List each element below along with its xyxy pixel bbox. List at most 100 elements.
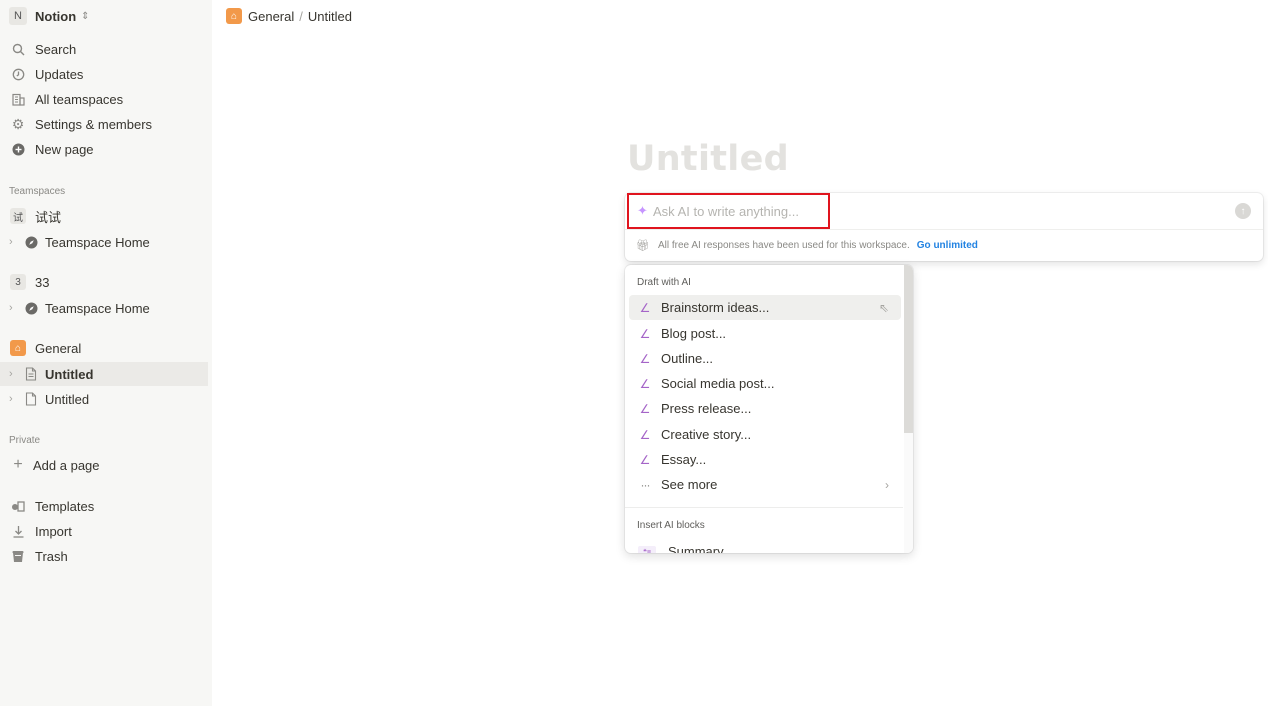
- pen-icon: ∠: [639, 376, 651, 391]
- sidebar-item-new-page[interactable]: New page: [0, 137, 208, 161]
- menu-item-label: Blog post...: [661, 326, 727, 341]
- ai-limit-text: All free AI responses have been used for…: [657, 240, 910, 251]
- private-section-label: Private: [9, 435, 41, 446]
- menu-item-label: Press release...: [661, 401, 752, 416]
- sidebar-item-settings[interactable]: ⚙ Settings & members: [0, 112, 208, 136]
- sidebar-add-page[interactable]: + Add a page: [0, 453, 208, 477]
- menu-item-essay[interactable]: ∠ Essay...: [629, 447, 901, 472]
- chevron-right-icon[interactable]: ›: [9, 393, 19, 405]
- sidebar-item-search[interactable]: Search: [0, 37, 208, 61]
- sidebar-teamspace-2[interactable]: 3 33: [0, 270, 208, 294]
- teamspace-avatar: 3: [10, 274, 26, 290]
- menu-item-see-more[interactable]: ··· See more ›: [629, 472, 901, 497]
- ai-limit-notice: 🎁︎ All free AI responses have been used …: [625, 229, 1263, 261]
- menu-item-summary[interactable]: ❝≡ Summary: [629, 539, 901, 553]
- sidebar-item-label: Search: [35, 41, 77, 57]
- sidebar-teamspace-1[interactable]: 试 试试: [0, 204, 208, 228]
- pen-icon: ∠: [639, 300, 651, 315]
- teamspace-name: 试试: [35, 209, 62, 225]
- menu-item-outline[interactable]: ∠ Outline...: [629, 346, 901, 371]
- menu-scrollbar[interactable]: [904, 265, 913, 553]
- menu-item-brainstorm-ideas[interactable]: ∠ Brainstorm ideas... ⇖: [629, 295, 901, 320]
- menu-item-label: See more: [661, 477, 718, 492]
- sidebar-item-import[interactable]: Import: [0, 519, 208, 543]
- ai-suggestions-menu: Draft with AI ∠ Brainstorm ideas... ⇖ ∠ …: [625, 265, 913, 553]
- pen-icon: ∠: [639, 401, 651, 416]
- sidebar-item-label: All teamspaces: [35, 91, 124, 107]
- menu-item-label: Brainstorm ideas...: [661, 300, 770, 315]
- menu-item-label: Outline...: [661, 351, 714, 366]
- sidebar-page-untitled[interactable]: › Untitled: [0, 387, 208, 411]
- more-dots-icon: ···: [640, 477, 651, 492]
- chevron-right-icon[interactable]: ›: [9, 236, 19, 248]
- teamspace-avatar: 试: [10, 208, 26, 224]
- sidebar-item-all-teamspaces[interactable]: All teamspaces: [0, 87, 208, 111]
- compass-icon: [23, 300, 39, 316]
- scrollbar-thumb[interactable]: [904, 265, 913, 433]
- building-icon: [10, 91, 26, 107]
- menu-item-blog-post[interactable]: ∠ Blog post...: [629, 321, 901, 346]
- breadcrumb: ⌂ General / Untitled: [226, 7, 352, 25]
- gift-icon: 🎁︎: [636, 240, 650, 252]
- sidebar-item-label: Teamspace Home: [45, 300, 150, 316]
- home-icon: ⌂: [226, 8, 242, 24]
- sidebar-item-label: Templates: [35, 498, 95, 514]
- import-icon: [10, 523, 26, 539]
- sidebar-item-label: Untitled: [45, 366, 94, 382]
- sidebar-item-label: Updates: [35, 66, 84, 82]
- ai-prompt-panel: ✦ ↑ 🎁︎ All free AI responses have been u…: [625, 193, 1263, 261]
- pen-icon: ∠: [639, 452, 651, 467]
- chevron-right-icon[interactable]: ›: [9, 368, 19, 380]
- compass-icon: [23, 234, 39, 250]
- summary-block-icon: ❝≡: [638, 545, 656, 553]
- enter-arrow-icon: ⇖: [878, 300, 889, 315]
- sidebar: N Notion ⇕ Search Updates All teamspaces…: [0, 0, 212, 706]
- menu-item-label: Social media post...: [661, 376, 775, 391]
- chevron-right-icon[interactable]: ›: [9, 302, 19, 314]
- plus-circle-icon: [10, 141, 26, 157]
- page-icon: [23, 391, 39, 407]
- draft-with-ai-heading: Draft with AI: [637, 277, 691, 288]
- pen-icon: ∠: [639, 326, 651, 341]
- ai-input-row: ✦ ↑: [625, 193, 1263, 229]
- sidebar-item-trash[interactable]: Trash: [0, 544, 208, 568]
- menu-item-social-media-post[interactable]: ∠ Social media post...: [629, 371, 901, 396]
- menu-divider: [625, 507, 903, 508]
- search-icon: [10, 41, 26, 57]
- sidebar-teamspace-general[interactable]: ⌂ General: [0, 336, 208, 360]
- breadcrumb-page[interactable]: Untitled: [308, 9, 352, 24]
- sidebar-teamspace-1-home[interactable]: › Teamspace Home: [0, 230, 208, 254]
- templates-icon: [10, 498, 26, 514]
- teamspaces-section-label: Teamspaces: [9, 186, 66, 197]
- sidebar-item-label: Add a page: [33, 457, 100, 473]
- submit-arrow-icon[interactable]: ↑: [1235, 203, 1251, 219]
- gear-icon: ⚙: [11, 115, 25, 132]
- teamspace-name: General: [35, 340, 82, 356]
- page-title[interactable]: Untitled: [627, 139, 789, 179]
- workspace-switcher[interactable]: N Notion ⇕: [9, 6, 90, 26]
- clock-icon: [10, 66, 26, 82]
- trash-icon: [10, 548, 26, 564]
- sidebar-teamspace-2-home[interactable]: › Teamspace Home: [0, 296, 208, 320]
- menu-item-creative-story[interactable]: ∠ Creative story...: [629, 422, 901, 447]
- chevron-up-down-icon: ⇕: [81, 10, 90, 22]
- sidebar-item-label: Import: [35, 523, 72, 539]
- teamspace-name: 33: [35, 274, 50, 290]
- sidebar-item-label: Settings & members: [35, 116, 153, 132]
- menu-item-label: Essay...: [661, 452, 707, 467]
- sidebar-page-untitled-active[interactable]: › Untitled: [0, 362, 208, 386]
- sidebar-item-templates[interactable]: Templates: [0, 494, 208, 518]
- breadcrumb-workspace[interactable]: General: [248, 9, 294, 24]
- pen-icon: ∠: [639, 427, 651, 442]
- go-unlimited-link[interactable]: Go unlimited: [917, 240, 978, 251]
- sidebar-item-label: New page: [35, 141, 94, 157]
- home-icon: ⌂: [10, 340, 26, 356]
- menu-scroll-area[interactable]: Draft with AI ∠ Brainstorm ideas... ⇖ ∠ …: [625, 265, 903, 553]
- breadcrumb-separator: /: [299, 8, 303, 24]
- workspace-name: Notion: [35, 8, 77, 24]
- chevron-right-icon: ›: [885, 477, 889, 492]
- plus-icon: +: [13, 456, 23, 473]
- pen-icon: ∠: [639, 351, 651, 366]
- menu-item-press-release[interactable]: ∠ Press release...: [629, 396, 901, 421]
- sidebar-item-updates[interactable]: Updates: [0, 62, 208, 86]
